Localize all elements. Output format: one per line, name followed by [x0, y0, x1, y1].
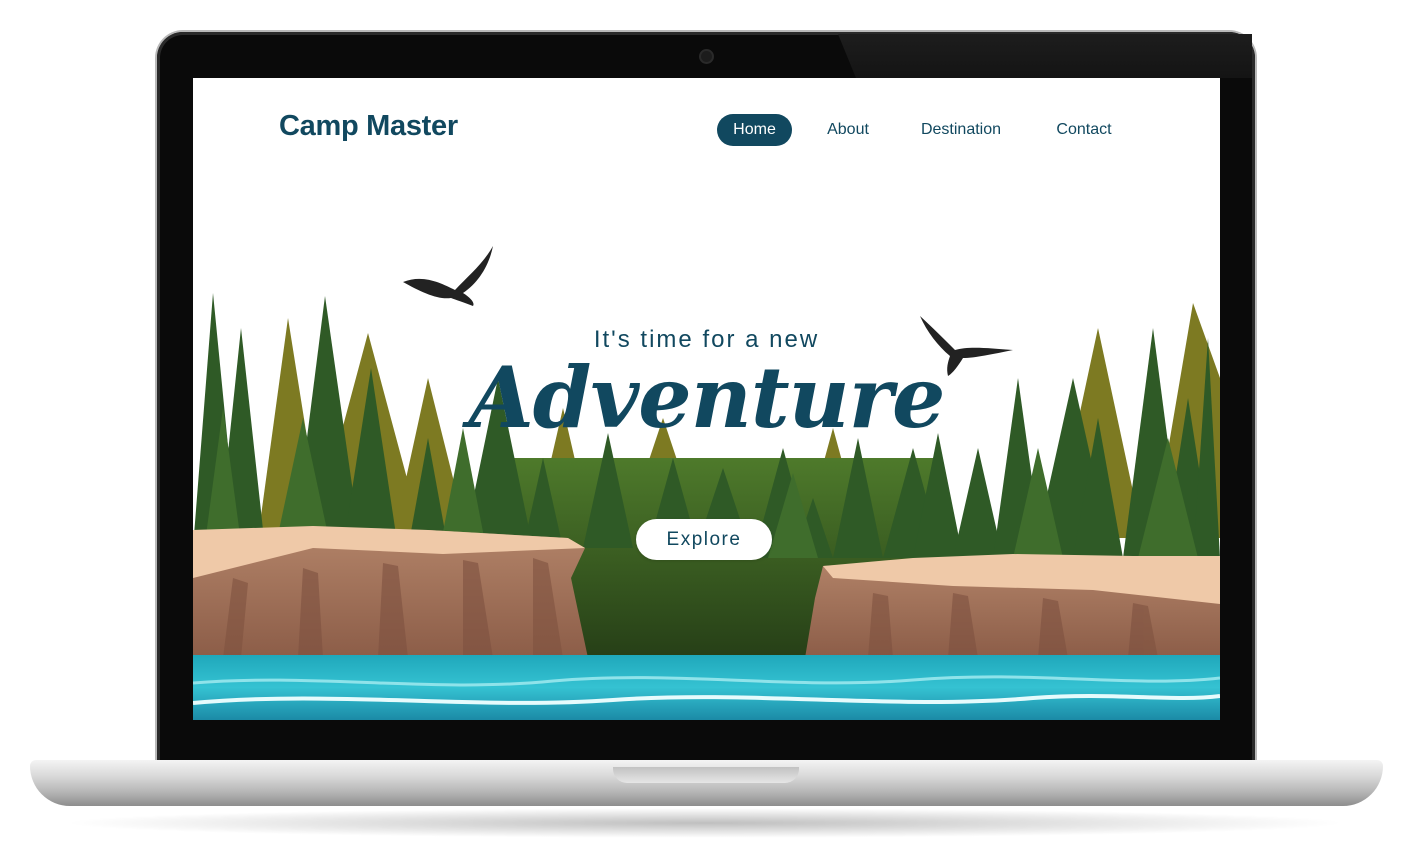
nav-contact[interactable]: Contact	[1041, 114, 1127, 146]
nav-destination[interactable]: Destination	[905, 114, 1017, 146]
site-logo[interactable]: Camp Master	[279, 110, 458, 143]
eagle-silhouette-icon	[403, 246, 493, 306]
laptop-notch	[613, 767, 799, 783]
right-cliff	[805, 554, 1220, 658]
laptop-shadow	[60, 808, 1350, 838]
hero-title: Adventure	[468, 348, 946, 447]
webcam-icon	[701, 51, 712, 62]
screen-reflection	[838, 34, 1252, 78]
left-cliff	[193, 526, 588, 658]
nav-home[interactable]: Home	[717, 114, 792, 146]
website-screen: Camp Master Home About Destination Conta…	[193, 78, 1220, 720]
explore-button[interactable]: Explore	[636, 519, 772, 560]
river	[193, 655, 1220, 720]
nav-about[interactable]: About	[813, 114, 883, 146]
